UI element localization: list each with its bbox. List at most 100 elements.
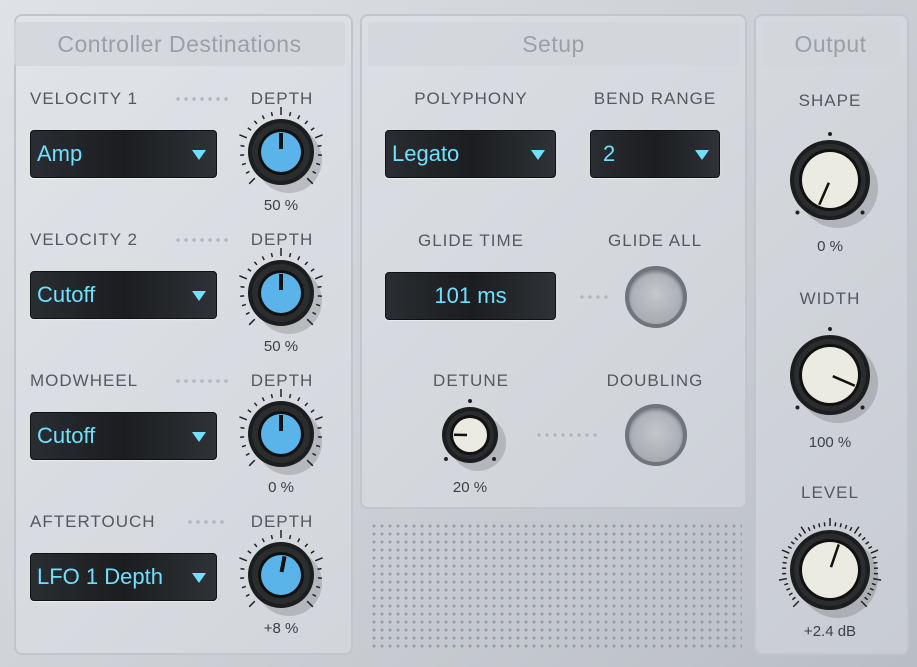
destination-dropdown[interactable]: Amp (30, 130, 217, 178)
bend-range-value: 2 (603, 141, 616, 166)
depth-knob[interactable] (226, 97, 336, 207)
tick-mark (248, 600, 256, 608)
width-knob[interactable] (768, 313, 892, 437)
tick-mark (261, 397, 265, 402)
tick-mark (261, 256, 265, 261)
tick-dot (860, 405, 865, 410)
controller-label: MODWHEEL (30, 371, 139, 390)
tick-mark (812, 524, 816, 529)
tick-mark (317, 426, 322, 429)
tick-mark (310, 550, 315, 554)
tick-mark (240, 144, 245, 147)
connector-dots (535, 433, 601, 437)
connector-dots (174, 379, 228, 383)
tick-dot (443, 457, 448, 462)
chevron-down-icon (192, 432, 206, 442)
doubling-label: DOUBLING (606, 371, 704, 390)
polyphony-dropdown[interactable]: Legato (385, 130, 556, 178)
tick-mark (270, 252, 274, 258)
tick-mark (314, 275, 323, 280)
tick-mark (787, 545, 792, 550)
tick-mark (248, 177, 256, 185)
tick-mark (870, 549, 879, 554)
tick-mark (239, 134, 248, 139)
tick-dot (828, 327, 832, 331)
tick-mark (288, 534, 292, 540)
tick-mark (288, 111, 292, 117)
level-label: LEVEL (801, 483, 859, 502)
tick-mark (245, 311, 250, 316)
tick-mark (839, 523, 842, 528)
tick-mark (304, 543, 309, 548)
tick-dot (828, 132, 832, 136)
tick-mark (297, 115, 301, 120)
tick-mark (253, 543, 258, 548)
controller-label: VELOCITY 1 (30, 89, 138, 108)
polyphony-value: Legato (392, 141, 460, 166)
tick-mark (844, 524, 848, 529)
destination-dropdown[interactable]: Cutoff (30, 412, 217, 460)
tick-mark (239, 275, 248, 280)
doubling-toggle[interactable] (625, 404, 687, 466)
tick-mark (248, 318, 256, 326)
tick-dot (795, 210, 800, 215)
tick-mark (314, 557, 323, 562)
tick-mark (818, 523, 821, 528)
tick-mark (873, 561, 878, 564)
destination-dropdown[interactable]: Cutoff (30, 271, 217, 319)
tick-mark (270, 393, 274, 399)
tick-mark (310, 409, 315, 413)
tick-mark (247, 127, 252, 131)
depth-knob[interactable] (226, 379, 336, 489)
connector-dots (174, 238, 228, 242)
tick-dot (860, 210, 865, 215)
tick-mark (861, 536, 866, 541)
tick-mark (270, 111, 274, 117)
bend-range-dropdown[interactable]: 2 (590, 130, 720, 178)
tick-mark (241, 585, 247, 589)
tick-mark (288, 393, 292, 399)
tick-mark (248, 459, 256, 467)
depth-knob[interactable] (226, 238, 336, 348)
chevron-down-icon (192, 150, 206, 160)
detune-knob[interactable] (420, 385, 520, 485)
tick-mark (253, 261, 258, 266)
tick-mark (310, 127, 315, 131)
tick-mark (792, 600, 800, 608)
tick-mark (239, 416, 248, 421)
glide-all-label: GLIDE ALL (607, 231, 703, 250)
tick-mark (304, 402, 309, 407)
tick-mark (784, 582, 789, 586)
shape-label: SHAPE (798, 91, 862, 110)
tick-mark (297, 538, 301, 543)
tick-mark (800, 526, 807, 534)
controller-label: AFTERTOUCH (30, 512, 156, 531)
tick-mark (849, 526, 853, 532)
tick-mark (304, 261, 309, 266)
tick-mark (865, 541, 870, 545)
shape-knob[interactable] (768, 118, 892, 242)
tick-mark (241, 162, 247, 166)
tick-mark (314, 134, 323, 139)
destination-value: LFO 1 Depth (37, 564, 163, 589)
chevron-down-icon (192, 573, 206, 583)
tick-mark (317, 567, 322, 570)
depth-knob[interactable] (226, 520, 336, 630)
destination-value: Amp (37, 141, 83, 166)
tick-mark (317, 285, 322, 288)
destination-dropdown[interactable]: LFO 1 Depth (30, 553, 217, 601)
tick-mark (781, 549, 790, 554)
tick-mark (858, 533, 862, 538)
bend-range-label: BEND RANGE (593, 89, 717, 108)
tick-mark (239, 557, 248, 562)
glide-time-field[interactable]: 101 ms (385, 272, 556, 320)
level-knob[interactable] (768, 508, 892, 632)
tick-mark (261, 115, 265, 120)
destination-value: Cutoff (37, 282, 96, 307)
tick-mark (317, 144, 322, 147)
output-header: Output (762, 22, 899, 66)
tick-mark (241, 444, 247, 448)
tick-mark (786, 587, 791, 591)
glide-all-toggle[interactable] (625, 266, 687, 328)
glide-time-label: GLIDE TIME (417, 231, 525, 250)
